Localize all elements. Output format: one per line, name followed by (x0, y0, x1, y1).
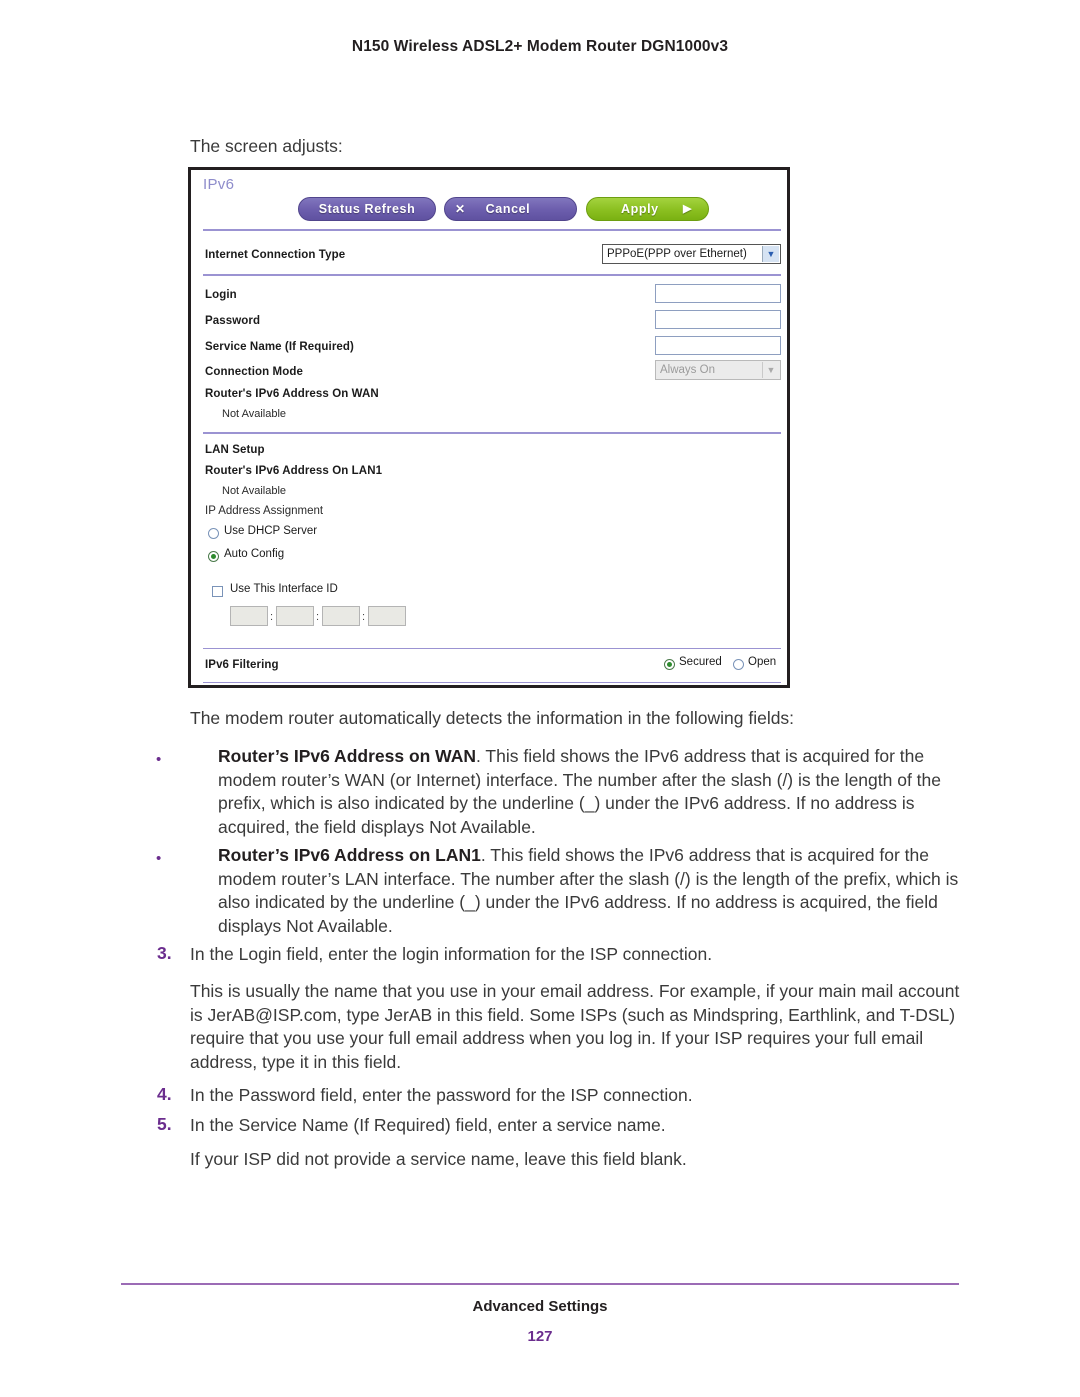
running-head: N150 Wireless ADSL2+ Modem Router DGN100… (351, 38, 729, 55)
radio-auto-config[interactable] (208, 551, 219, 562)
divider-lan (203, 432, 781, 434)
step-3-paragraph: This is usually the name that you use in… (190, 981, 960, 1072)
use-this-interface-id-label: Use This Interface ID (230, 583, 338, 595)
step-5-paragraph: If your ISP did not provide a service na… (190, 1149, 687, 1169)
step-4-number: 4. (157, 1084, 172, 1104)
ipv6-filtering-label: IPv6 Filtering (205, 659, 279, 671)
interface-id-input-4[interactable] (368, 606, 406, 626)
status-refresh-label: Status Refresh (318, 202, 416, 216)
panel-title: IPv6 (203, 176, 235, 193)
status-refresh-button[interactable]: Status Refresh (298, 197, 436, 221)
radio-use-dhcp-server[interactable] (208, 528, 219, 539)
divider-filtering-bottom (203, 682, 781, 683)
interface-id-input-1[interactable] (230, 606, 268, 626)
document-page: N150 Wireless ADSL2+ Modem Router DGN100… (0, 0, 1080, 1397)
interface-id-input-2[interactable] (276, 606, 314, 626)
ip-assignment-label: IP Address Assignment (205, 505, 324, 517)
step-5-text: In the Service Name (If Required) field,… (190, 1115, 666, 1135)
checkbox-use-this-interface-id[interactable] (212, 586, 223, 597)
radio-filtering-secured[interactable] (664, 659, 675, 670)
step-5-number: 5. (157, 1114, 172, 1134)
ipv6-settings-screenshot: IPv6 Status Refresh ✕ Cancel Apply ▶ Int… (188, 167, 790, 688)
cancel-button[interactable]: ✕ Cancel (444, 197, 577, 221)
bullet-term-wan: Router’s IPv6 Address on WAN (218, 746, 477, 766)
step-3-number: 3. (157, 943, 172, 963)
footer-title: Advanced Settings (472, 1298, 608, 1315)
chevron-down-icon: ▼ (762, 246, 779, 262)
connection-mode-select: Always On ▼ (655, 360, 781, 380)
intro-line: The screen adjusts: (190, 136, 343, 156)
internet-connection-type-select[interactable]: PPPoE(PPP over Ethernet) ▼ (602, 244, 781, 264)
connection-mode-value: Always On (660, 364, 715, 376)
radio-filtering-open[interactable] (733, 659, 744, 670)
apply-button[interactable]: Apply ▶ (586, 197, 709, 221)
login-label: Login (205, 289, 237, 301)
bullet-term-lan: Router’s IPv6 Address on LAN1 (218, 845, 481, 865)
lead-in-paragraph: The modem router automatically detects t… (190, 708, 795, 728)
connection-mode-label: Connection Mode (205, 366, 303, 378)
step-4-text: In the Password field, enter the passwor… (190, 1085, 693, 1105)
radio-filtering-open-label: Open (748, 656, 777, 668)
divider-connection (203, 274, 781, 276)
divider-top (203, 229, 781, 231)
step-3-text: In the Login field, enter the login info… (190, 944, 713, 964)
bullet-item-wan: Router’s IPv6 Address on WAN. This field… (218, 745, 966, 839)
interface-id-separator-1: : (270, 611, 274, 623)
panel-button-row: Status Refresh ✕ Cancel Apply ▶ (191, 197, 787, 224)
divider-filtering-top (203, 648, 781, 649)
arrow-right-icon: ▶ (682, 202, 692, 215)
bullet-marker-1: • (156, 751, 162, 768)
radio-use-dhcp-server-label: Use DHCP Server (224, 525, 318, 537)
login-input[interactable] (655, 284, 781, 303)
password-input[interactable] (655, 310, 781, 329)
lan-address-label: Router's IPv6 Address On LAN1 (205, 465, 383, 477)
x-icon: ✕ (455, 202, 466, 216)
interface-id-separator-3: : (362, 611, 366, 623)
lan-address-value: Not Available (222, 485, 287, 497)
bullet-item-lan: Router’s IPv6 Address on LAN1. This fiel… (218, 844, 966, 938)
chevron-down-icon: ▼ (762, 362, 779, 378)
service-name-input[interactable] (655, 336, 781, 355)
password-label: Password (205, 315, 261, 327)
radio-auto-config-label: Auto Config (224, 548, 285, 560)
apply-label: Apply (621, 202, 659, 216)
footer-page-number: 127 (527, 1328, 553, 1345)
bullet-marker-2: • (156, 850, 162, 867)
radio-filtering-secured-label: Secured (679, 656, 722, 668)
lan-setup-heading: LAN Setup (205, 444, 265, 456)
internet-connection-type-label: Internet Connection Type (205, 249, 346, 261)
footer-divider (121, 1283, 959, 1285)
wan-address-value: Not Available (222, 408, 287, 420)
interface-id-input-3[interactable] (322, 606, 360, 626)
cancel-label: Cancel (485, 202, 531, 216)
wan-address-label: Router's IPv6 Address On WAN (205, 388, 379, 400)
interface-id-separator-2: : (316, 611, 320, 623)
service-name-label: Service Name (If Required) (205, 341, 354, 353)
internet-connection-type-value: PPPoE(PPP over Ethernet) (607, 248, 747, 260)
